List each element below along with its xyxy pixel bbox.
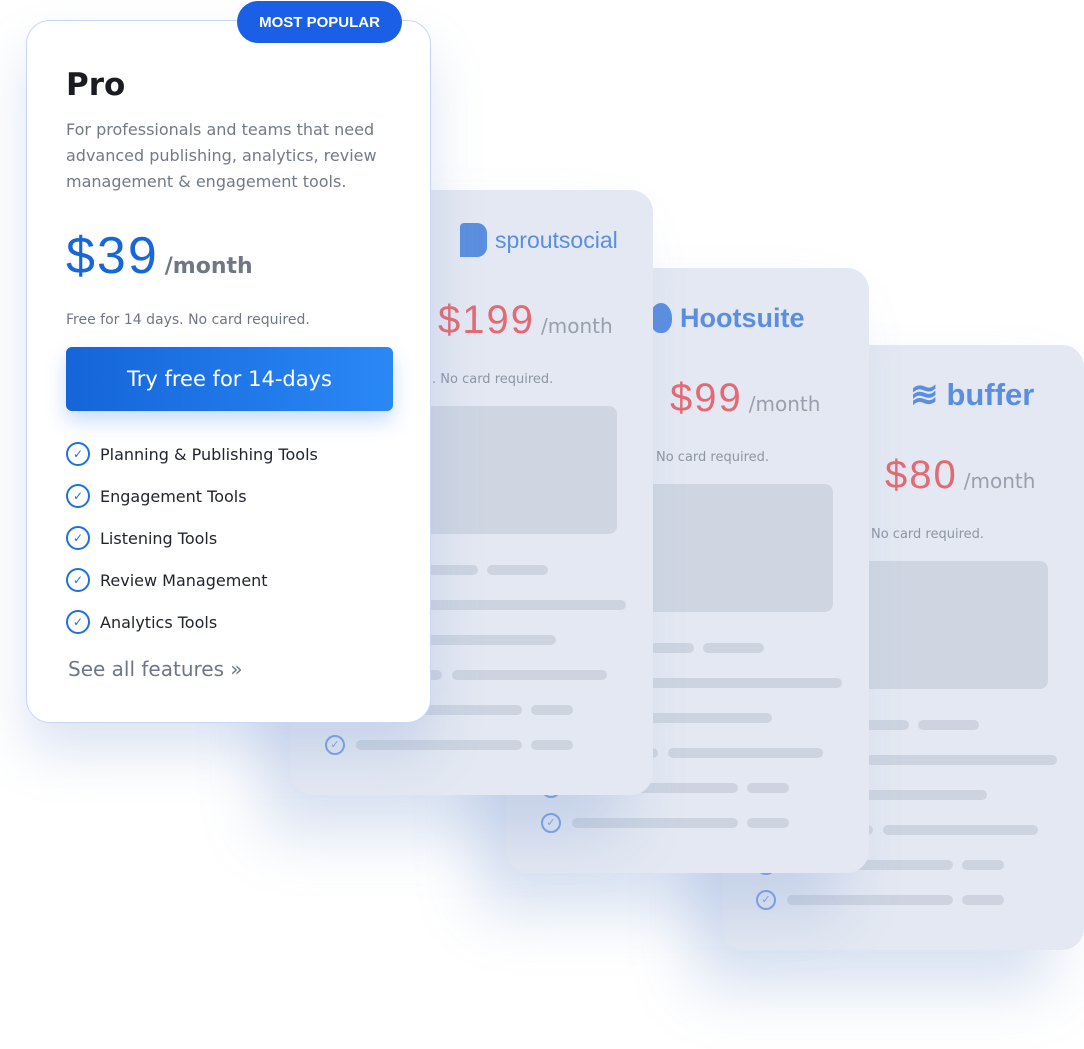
skeleton-bar [787,895,953,905]
price-amount: $199 [438,298,535,342]
speech-bubble-icon [460,223,487,257]
feature-label: Review Management [100,570,268,590]
check-circle-icon: ✓ [541,813,561,833]
feature-item: ✓ Review Management [66,568,268,592]
feature-item: ✓ Engagement Tools [66,484,247,508]
skeleton-bar [747,783,789,793]
trial-note: No card required. [871,527,985,542]
trial-note: . No card required. [432,372,554,387]
skeleton-bar [668,748,823,758]
feature-item: ✓ Planning & Publishing Tools [66,442,318,466]
skeleton-bar [356,740,522,750]
price-period: /month [963,469,1036,493]
price-period: /month [540,314,613,338]
feature-label: Listening Tools [100,528,218,548]
plan-price: $39/month [66,226,253,286]
feature-label: Engagement Tools [100,486,247,506]
owl-icon [650,303,672,333]
competitor-price: $199/month [438,298,613,343]
check-circle-icon: ✓ [756,890,776,910]
feature-label: Analytics Tools [100,612,218,632]
feature-item: ✓ Analytics Tools [66,610,217,634]
skeleton-bar [572,818,738,828]
competitor-price: $99/month [670,376,820,421]
skeleton-bar [747,818,789,828]
hootsuite-logo: Hootsuite [650,298,805,338]
brand-name: buffer [946,377,1035,412]
brand-name: Hootsuite [680,302,805,333]
check-circle-icon: ✓ [66,442,90,466]
check-circle-icon: ✓ [66,610,90,634]
trial-note: No card required. [656,450,770,465]
see-all-features-link[interactable]: See all features » [68,657,243,681]
plan-title: Pro [66,67,126,103]
skeleton-bar [452,670,607,680]
check-circle-icon: ✓ [66,526,90,550]
skeleton-bar [531,740,573,750]
skeleton-bar [962,860,1004,870]
skeleton-bar [487,565,548,575]
try-free-button[interactable]: Try free for 14-days [66,347,393,411]
feature-item: ✓ Listening Tools [66,526,217,550]
skeleton-bar [531,705,573,715]
check-circle-icon: ✓ [66,568,90,592]
sproutsocial-logo: sproutsocial [460,220,618,260]
skeleton-bar [703,643,764,653]
price-amount: $80 [885,453,958,497]
skeleton-bar [883,825,1038,835]
feature-label: Planning & Publishing Tools [100,444,318,464]
price-amount: $39 [66,227,159,285]
price-period: /month [164,254,253,279]
price-period: /month [748,392,821,416]
skeleton-bar [918,720,979,730]
trial-note: Free for 14 days. No card required. [66,312,310,328]
competitor-price: $80/month [885,453,1035,498]
pro-plan-card: MOST POPULAR Pro For professionals and t… [26,1,431,723]
skeleton-bar [962,895,1004,905]
brand-name: sproutsocial [495,226,618,253]
check-circle-icon: ✓ [66,484,90,508]
price-amount: $99 [670,376,743,420]
plan-description: For professionals and teams that need ad… [66,120,377,191]
most-popular-badge: MOST POPULAR [237,1,402,43]
layers-icon: ≋ [910,376,939,414]
buffer-logo: ≋ buffer [910,375,1034,415]
check-circle-icon: ✓ [325,735,345,755]
